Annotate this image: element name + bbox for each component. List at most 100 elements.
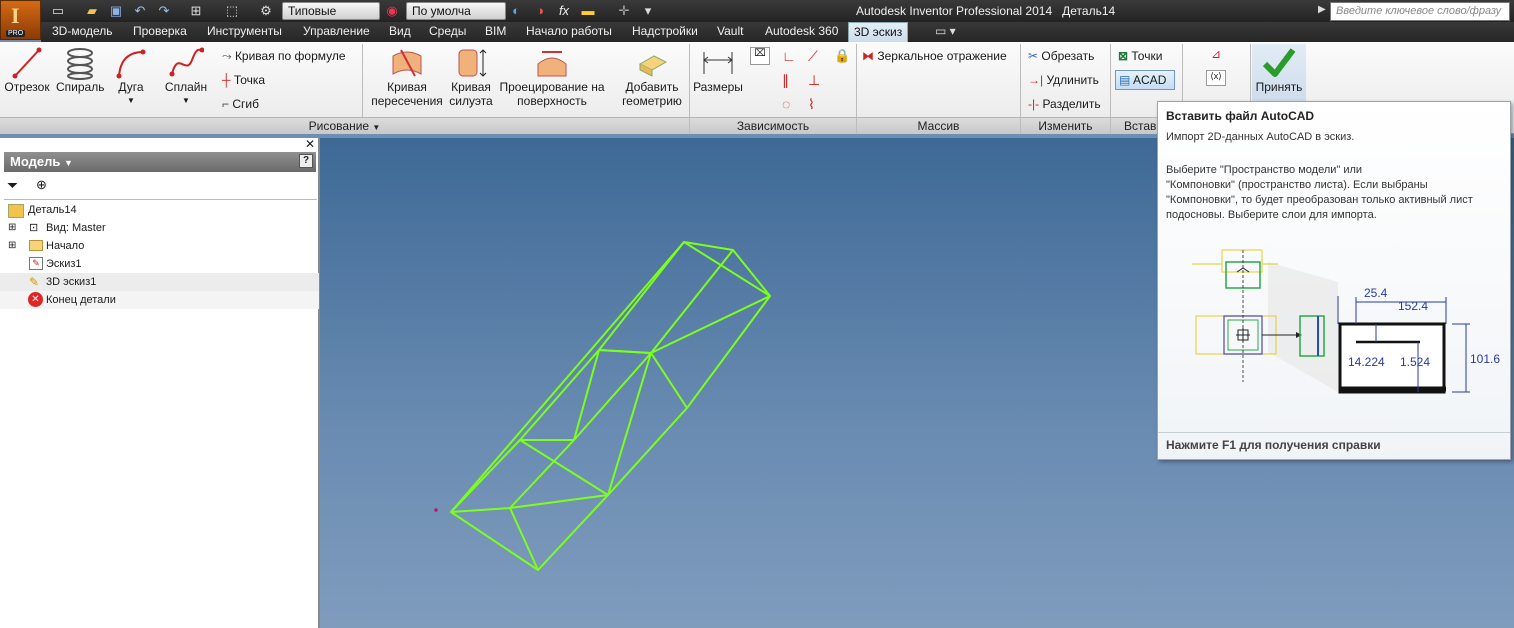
sketch-icon: ✎ <box>29 257 43 270</box>
dim-1-524: 1.524 <box>1400 355 1430 369</box>
tab-autodesk-360[interactable]: Autodesk 360 <box>760 22 843 42</box>
constraint-collinear-icon[interactable]: ⟋ <box>808 47 818 65</box>
appearance-icon[interactable]: ◐ <box>508 3 524 19</box>
extend-button[interactable]: →| Удлинить <box>1028 72 1099 88</box>
dim-152-4: 152.4 <box>1398 299 1428 313</box>
tree-item-view[interactable]: Вид: Master <box>46 219 106 237</box>
parameters-icon[interactable]: fx <box>556 3 572 19</box>
import-points-button[interactable]: ⊠ Точки <box>1118 48 1162 64</box>
intersection-curve-icon <box>392 49 422 77</box>
silhouette-curve-icon <box>458 49 487 77</box>
tooltip-footer: Нажмите F1 для получения справки <box>1166 438 1381 452</box>
tab-get-started[interactable]: Начало работы <box>521 22 617 42</box>
insert-group-label: Вставить <box>1111 117 1159 134</box>
dim-101-6: 101.6 <box>1470 352 1500 366</box>
origin-point <box>434 508 438 512</box>
tree-item-3d-sketch1[interactable]: 3D эскиз1 <box>46 273 96 291</box>
tab-3d-model[interactable]: 3D-модель <box>47 22 118 42</box>
dimension-button[interactable]: Размеры <box>692 46 744 94</box>
tab-bim[interactable]: BIM <box>480 22 511 42</box>
tab-environments[interactable]: Среды <box>424 22 471 42</box>
clear-appearance-icon[interactable]: ◑ <box>532 3 548 19</box>
arc-button[interactable]: Дуга ▼ <box>110 46 152 108</box>
tree-item-end-of-part[interactable]: Конец детали <box>46 291 116 309</box>
tab-manage[interactable]: Управление <box>298 22 375 42</box>
constraint-coincident-icon[interactable]: ∟ <box>782 47 796 65</box>
new-file-icon[interactable]: ▭ <box>50 3 66 19</box>
update-icon[interactable]: ⚙ <box>258 3 274 19</box>
constraint-parallel-icon[interactable]: ∥ <box>782 71 789 89</box>
spline-button[interactable]: Сплайн ▼ <box>162 46 210 108</box>
split-button[interactable]: -|- Разделить <box>1028 96 1101 112</box>
tab-vault[interactable]: Vault <box>712 22 748 42</box>
undo-icon[interactable]: ↶ <box>132 3 148 19</box>
filter-icon[interactable]: ⏷ <box>7 177 18 194</box>
tooltip-title: Вставить файл AutoCAD <box>1166 109 1315 123</box>
crosshair-icon[interactable]: ✛ <box>616 3 632 19</box>
measure-icon[interactable]: ▬ <box>580 3 596 19</box>
redo-icon[interactable]: ↷ <box>156 3 172 19</box>
close-panel-icon[interactable]: ✕ <box>305 137 315 151</box>
dim-14-224: 14.224 <box>1348 355 1385 369</box>
color-wheel-icon[interactable]: ◉ <box>384 3 400 19</box>
search-input[interactable]: Введите ключевое слово/фразу <box>1330 2 1510 21</box>
find-binoculars-icon[interactable]: ⊕ <box>36 177 47 193</box>
customize-qat-icon[interactable]: ▾ <box>640 3 656 19</box>
line-button[interactable]: Отрезок <box>4 46 50 94</box>
tab-3d-sketch[interactable]: 3D эскиз <box>848 22 909 42</box>
tab-inspect[interactable]: Проверка <box>128 22 192 42</box>
draw-group-dropdown-icon: ▼ <box>372 123 381 132</box>
open-folder-icon[interactable]: ▰ <box>84 3 100 19</box>
constraint-fix-icon[interactable]: 🔒 <box>834 47 850 65</box>
browser-header[interactable]: Модель ▼ <box>4 152 316 172</box>
silhouette-curve-button[interactable]: Кривая силуэта <box>448 46 494 108</box>
tooltip-body-3: "Компоновки", то будет преобразован толь… <box>1166 194 1473 206</box>
appearance-select[interactable]: По умолча <box>406 2 506 20</box>
application-menu-button[interactable]: I PRO <box>0 0 41 40</box>
dimension-icon <box>703 52 733 74</box>
tree-item-origin[interactable]: Начало <box>46 237 84 255</box>
project-to-surface-icon <box>537 51 567 77</box>
save-icon[interactable]: ▣ <box>108 3 124 19</box>
tooltip-divider <box>1158 432 1510 433</box>
tab-addins[interactable]: Надстройки <box>627 22 703 42</box>
draw-group-label[interactable]: Рисование ▼ <box>0 117 689 134</box>
include-geometry-button[interactable]: Добавить геометрию <box>618 46 686 108</box>
tree-item-part[interactable]: Деталь14 <box>28 201 77 219</box>
expand-icon[interactable]: ⊞ <box>8 240 16 251</box>
trim-icon: ✂ <box>1028 49 1042 63</box>
help-icon[interactable]: ? <box>299 154 313 168</box>
bend-button[interactable]: ⌐ Сгиб <box>222 96 259 112</box>
tree-item-sketch1[interactable]: Эскиз1 <box>46 255 82 273</box>
select-filter-icon[interactable]: ⬚ <box>224 3 240 19</box>
parameter-icon[interactable]: ⟨x⟩ <box>1206 70 1226 86</box>
spline-dropdown-icon[interactable]: ▼ <box>162 94 210 108</box>
intersection-curve-button[interactable]: Кривая пересечения <box>366 46 448 108</box>
part-icon <box>8 204 24 218</box>
browser-divider <box>4 199 317 200</box>
constraint-smooth-icon[interactable]: ⌇ <box>808 95 815 113</box>
constraint-tangent-icon[interactable]: ◌ <box>782 95 790 113</box>
constraint-perpendicular-icon[interactable]: ⊥ <box>808 71 820 89</box>
style-select[interactable]: Типовые <box>282 2 380 20</box>
equation-curve-button[interactable]: ⤳ Кривая по формуле <box>222 48 346 64</box>
search-expand-icon[interactable]: ▶ <box>1318 4 1326 15</box>
mirror-button[interactable]: ⧓ Зеркальное отражение <box>862 48 1007 64</box>
view-icon: ⊡ <box>29 222 39 234</box>
ribbon-minimize-icon[interactable]: ▭ ▾ <box>930 22 961 42</box>
project-to-surface-button[interactable]: Проецирование на поверхность <box>496 46 608 108</box>
show-constraints-icon[interactable]: ⌧ <box>750 47 770 65</box>
acad-icon: ▤ <box>1119 73 1134 87</box>
point-button[interactable]: ┼ Точка <box>222 72 265 88</box>
pro-badge: PRO <box>6 30 26 37</box>
trim-button[interactable]: ✂ Обрезать <box>1028 48 1094 64</box>
sketch-display-icon[interactable]: ⊿ <box>1206 47 1226 63</box>
helix-button[interactable]: Спираль <box>56 46 104 94</box>
expand-icon[interactable]: ⊞ <box>8 222 16 233</box>
arc-dropdown-icon[interactable]: ▼ <box>110 94 152 108</box>
return-icon[interactable]: ⊞ <box>188 3 204 19</box>
tab-tools[interactable]: Инструменты <box>202 22 287 42</box>
tab-view[interactable]: Вид <box>384 22 416 42</box>
insert-acad-button[interactable]: ▤ ACAD <box>1115 70 1175 90</box>
browser-dropdown-icon: ▼ <box>63 158 73 168</box>
